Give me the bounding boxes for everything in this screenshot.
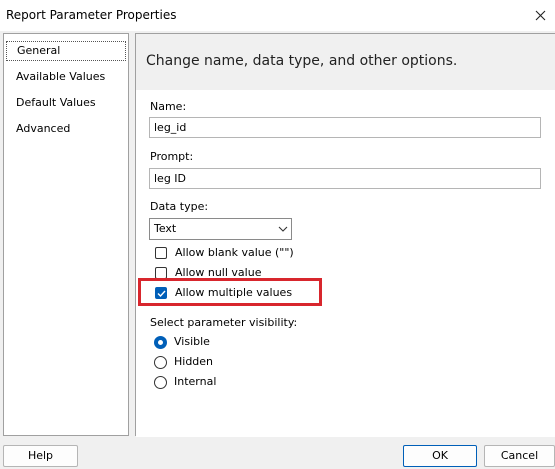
allow-null-checkbox[interactable]: Allow null value bbox=[155, 265, 315, 283]
nav-item-available-values[interactable]: Available Values bbox=[6, 67, 126, 87]
name-field[interactable]: leg_id bbox=[149, 117, 541, 138]
nav-item-default-values[interactable]: Default Values bbox=[6, 93, 126, 113]
content-header: Change name, data type, and other option… bbox=[136, 34, 555, 90]
cancel-button[interactable]: Cancel bbox=[484, 445, 555, 467]
nav-item-general[interactable]: General bbox=[6, 41, 126, 61]
datatype-value: Text bbox=[154, 222, 177, 235]
allow-multiple-checkbox[interactable]: Allow multiple values bbox=[155, 285, 315, 303]
close-icon bbox=[535, 10, 545, 21]
header-text: Change name, data type, and other option… bbox=[146, 53, 458, 69]
internal-label: Internal bbox=[174, 375, 217, 388]
checkmark-icon bbox=[157, 290, 166, 298]
radio-selected bbox=[154, 336, 167, 349]
window-title: Report Parameter Properties bbox=[6, 8, 177, 22]
prompt-field[interactable]: leg ID bbox=[149, 168, 541, 189]
title-bar: Report Parameter Properties bbox=[0, 0, 555, 31]
allow-blank-label: Allow blank value ("") bbox=[175, 246, 294, 259]
nav-panel: General Available Values Default Values … bbox=[3, 33, 129, 436]
ok-button[interactable]: OK bbox=[403, 445, 477, 467]
name-label: Name: bbox=[150, 100, 187, 113]
radio-unselected bbox=[154, 376, 167, 389]
allow-blank-checkbox[interactable]: Allow blank value ("") bbox=[155, 245, 315, 263]
checkbox-box bbox=[155, 267, 167, 279]
chevron-down-icon bbox=[278, 226, 288, 232]
datatype-select[interactable]: Text bbox=[149, 218, 292, 240]
visibility-hidden-radio[interactable]: Hidden bbox=[154, 354, 234, 372]
nav-item-advanced[interactable]: Advanced bbox=[6, 119, 126, 139]
prompt-label: Prompt: bbox=[150, 150, 194, 163]
visibility-internal-radio[interactable]: Internal bbox=[154, 374, 234, 392]
visibility-visible-radio[interactable]: Visible bbox=[154, 334, 234, 352]
visible-label: Visible bbox=[174, 335, 210, 348]
allow-multiple-label: Allow multiple values bbox=[175, 286, 293, 299]
datatype-label: Data type: bbox=[150, 200, 209, 213]
checkbox-box bbox=[155, 247, 167, 259]
checkbox-checked bbox=[155, 287, 167, 299]
allow-null-label: Allow null value bbox=[175, 266, 262, 279]
help-button[interactable]: Help bbox=[3, 445, 78, 467]
close-button[interactable] bbox=[525, 0, 555, 31]
hidden-label: Hidden bbox=[174, 355, 214, 368]
radio-unselected bbox=[154, 356, 167, 369]
visibility-label: Select parameter visibility: bbox=[150, 316, 298, 329]
